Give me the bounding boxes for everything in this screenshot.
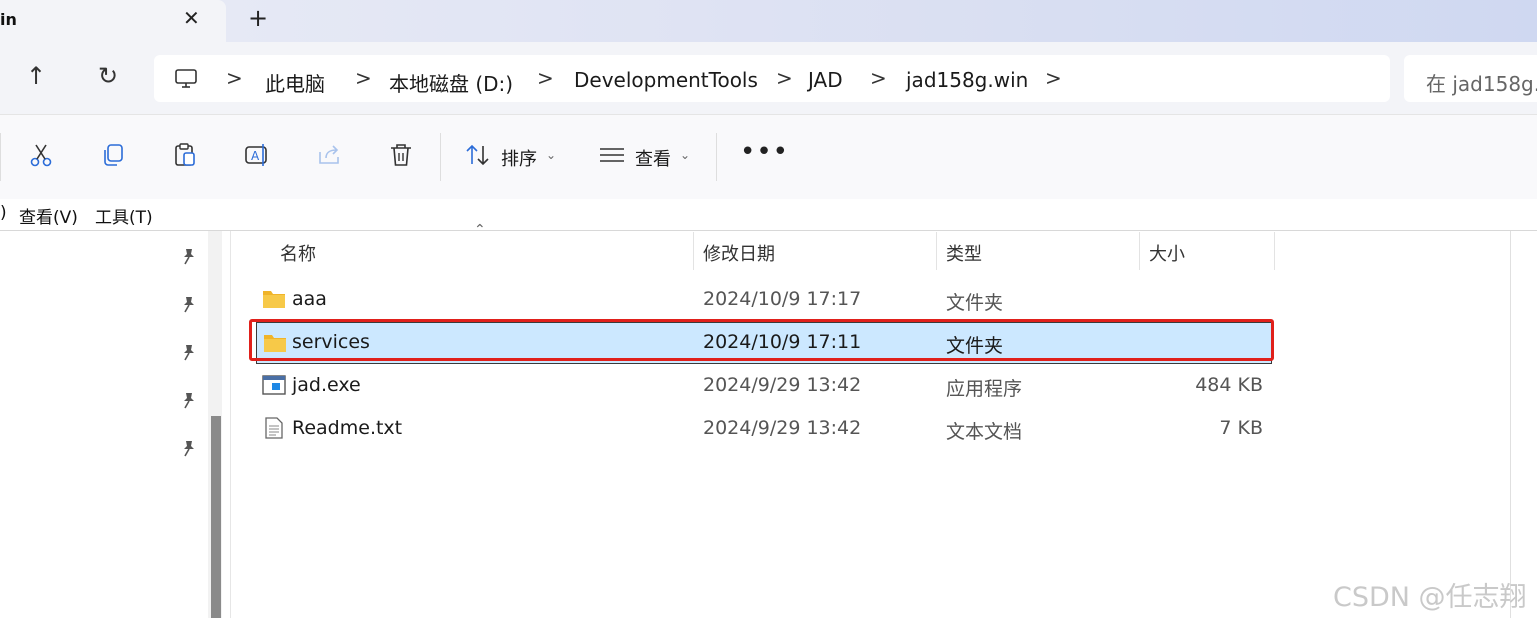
- rename-icon[interactable]: A: [244, 142, 270, 168]
- nav-scrollbar-thumb[interactable]: [211, 416, 221, 618]
- file-name: Readme.txt: [292, 417, 403, 439]
- breadcrumb-separator[interactable]: >: [776, 66, 793, 90]
- column-divider[interactable]: [693, 232, 694, 270]
- search-placeholder: 在 jad158g.w: [1426, 72, 1537, 96]
- file-row-aaa[interactable]: aaa 2024/10/9 17:17 文件夹: [256, 279, 1270, 319]
- highlight-annotation: [249, 319, 1274, 361]
- breadcrumb-jad[interactable]: JAD: [808, 68, 843, 92]
- column-divider[interactable]: [936, 232, 937, 270]
- menu-bar: ) 查看(V) 工具(T): [0, 199, 1537, 231]
- watermark: CSDN @任志翔: [1333, 582, 1527, 613]
- address-bar[interactable]: > 此电脑 > 本地磁盘 (D:) > DevelopmentTools > J…: [154, 55, 1390, 102]
- tab-bar: in ✕ +: [0, 0, 1537, 42]
- breadcrumb-jad158g[interactable]: jad158g.win: [906, 68, 1028, 92]
- exe-icon: [262, 375, 286, 395]
- column-header-name[interactable]: 名称: [280, 240, 316, 266]
- breadcrumb-developmenttools[interactable]: DevelopmentTools: [574, 68, 758, 92]
- view-label[interactable]: 查看: [635, 145, 671, 171]
- breadcrumb-separator[interactable]: >: [226, 66, 243, 90]
- command-bar: A 排序 ⌄ 查看 ⌄ •••: [0, 114, 1537, 200]
- close-tab-icon[interactable]: ✕: [183, 6, 200, 30]
- pin-icon[interactable]: [180, 391, 198, 409]
- copy-icon[interactable]: [100, 142, 126, 168]
- breadcrumb-separator[interactable]: >: [537, 66, 554, 90]
- sort-icon[interactable]: [465, 142, 491, 168]
- search-box[interactable]: 在 jad158g.w: [1404, 55, 1537, 102]
- file-type: 应用程序: [946, 378, 1023, 400]
- tab-title: in: [0, 10, 17, 29]
- delete-icon[interactable]: [388, 142, 414, 168]
- cut-icon[interactable]: [28, 142, 54, 168]
- active-tab[interactable]: in ✕: [0, 0, 226, 42]
- up-arrow-icon[interactable]: ↑: [26, 62, 46, 90]
- more-options-icon[interactable]: •••: [740, 137, 789, 167]
- view-list-icon[interactable]: [599, 142, 625, 168]
- file-modified: 2024/9/29 13:42: [703, 417, 862, 439]
- text-file-icon: [265, 417, 283, 439]
- pin-icon[interactable]: [180, 343, 198, 361]
- column-header-modified[interactable]: 修改日期: [703, 240, 775, 266]
- column-divider[interactable]: [1139, 232, 1140, 270]
- file-modified: 2024/9/29 13:42: [703, 374, 862, 396]
- file-type: 文本文档: [946, 421, 1023, 443]
- navigation-pane: [0, 231, 208, 618]
- file-row-jad-exe[interactable]: jad.exe 2024/9/29 13:42 应用程序 484 KB: [256, 365, 1270, 405]
- toolbar-divider: [440, 133, 441, 181]
- address-row: ↑ ↻ > 此电脑 > 本地磁盘 (D:) > DevelopmentTools…: [0, 42, 1537, 114]
- file-row-readme[interactable]: Readme.txt 2024/9/29 13:42 文本文档 7 KB: [256, 408, 1270, 448]
- breadcrumb-this-pc[interactable]: 此电脑: [265, 68, 325, 97]
- computer-icon[interactable]: [174, 67, 198, 91]
- svg-text:A: A: [251, 149, 260, 163]
- folder-icon: [263, 291, 285, 308]
- share-icon: [319, 145, 339, 164]
- breadcrumb-separator[interactable]: >: [1045, 66, 1062, 90]
- sort-ascending-icon: ⌃: [474, 222, 486, 238]
- file-name: jad.exe: [292, 374, 361, 396]
- chevron-down-icon[interactable]: ⌄: [680, 148, 690, 162]
- file-name: aaa: [292, 288, 327, 310]
- file-modified: 2024/10/9 17:17: [703, 288, 862, 310]
- pin-icon[interactable]: [180, 247, 198, 265]
- breadcrumb-separator[interactable]: >: [355, 66, 372, 90]
- pane-divider[interactable]: [230, 231, 231, 618]
- column-header-size[interactable]: 大小: [1149, 240, 1185, 266]
- file-type: 文件夹: [946, 292, 1004, 314]
- menu-partial[interactable]: ): [0, 203, 7, 223]
- menu-tools[interactable]: 工具(T): [95, 203, 153, 228]
- menu-view[interactable]: 查看(V): [19, 203, 78, 228]
- content-edge: [1510, 231, 1511, 618]
- toolbar-divider: [0, 133, 1, 181]
- chevron-down-icon[interactable]: ⌄: [546, 148, 556, 162]
- new-tab-button[interactable]: +: [248, 4, 268, 32]
- breadcrumb-separator[interactable]: >: [870, 66, 887, 90]
- paste-icon[interactable]: [172, 142, 198, 168]
- sort-label[interactable]: 排序: [501, 145, 537, 171]
- pin-icon[interactable]: [180, 295, 198, 313]
- refresh-icon[interactable]: ↻: [98, 62, 118, 90]
- toolbar-divider: [716, 133, 717, 181]
- file-size: 7 KB: [1219, 417, 1263, 439]
- column-header-type[interactable]: 类型: [946, 240, 982, 266]
- column-divider[interactable]: [1274, 232, 1275, 270]
- breadcrumb-local-disk[interactable]: 本地磁盘 (D:): [389, 68, 513, 97]
- pin-icon[interactable]: [180, 439, 198, 457]
- file-size: 484 KB: [1195, 374, 1263, 396]
